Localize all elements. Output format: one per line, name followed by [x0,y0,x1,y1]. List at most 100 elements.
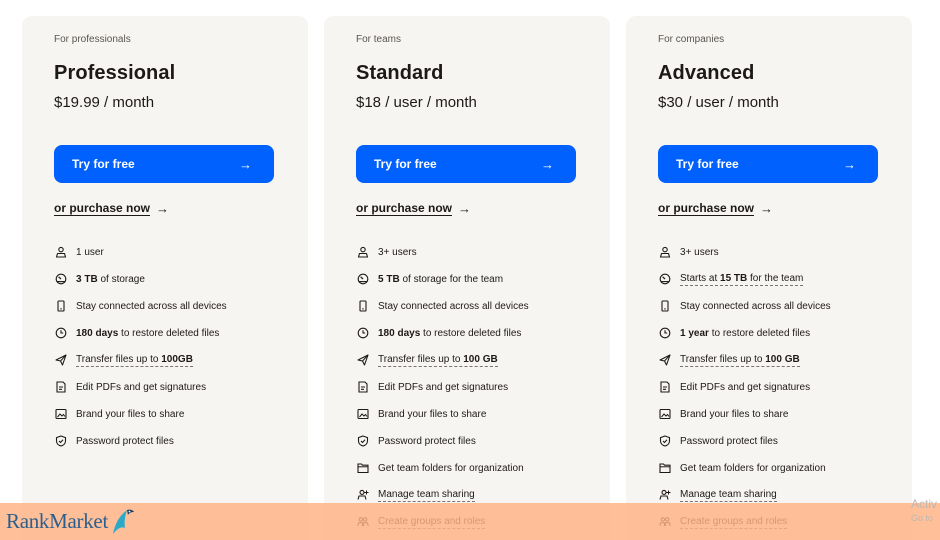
feature-text: 180 days to restore deleted files [378,328,521,339]
feature-text: Password protect files [76,436,174,447]
watermark-banner [0,503,940,540]
feature-text-bold: 180 days [378,327,421,339]
folder-icon [658,461,672,475]
feature-text: Transfer files up to 100 GB [680,354,800,367]
feature-text-bold: 100GB [161,353,193,365]
feature-text-post: to restore deleted files [708,327,811,339]
arrow-right-icon: → [760,200,774,216]
feature-text: Stay connected across all devices [76,301,227,312]
user-icon [54,245,68,259]
try-for-free-label: Try for free [374,157,437,171]
feature-item: 3+ users [658,239,880,266]
feature-text-post: Password protect files [76,435,174,447]
feature-item: Password protect files [658,428,880,455]
feature-text-post: Edit PDFs and get signatures [76,381,207,393]
feature-text-post: Get team folders for organization [378,462,524,474]
feature-text-post: of storage [97,273,145,285]
purchase-now-label: or purchase now [658,200,755,216]
feature-text: 3+ users [378,247,417,258]
arrow-right-icon: → [541,156,554,172]
feature-text-bold: 180 days [76,327,119,339]
plan-price: $18 / user / month [356,94,477,111]
feature-item: Password protect files [54,428,276,455]
feature-text: 3+ users [680,247,719,258]
feature-item: Stay connected across all devices [356,293,578,320]
purchase-now-link[interactable]: or purchase now → [658,200,773,216]
purchase-now-link[interactable]: or purchase now → [356,200,471,216]
feature-text-bold: 100 GB [765,353,800,365]
feature-item[interactable]: Starts at 15 TB for the team [658,266,880,293]
windows-activation-notice: Activ Go to [911,497,937,525]
feature-text-post: Get team folders for organization [680,462,826,474]
feature-text-post: Brand your files to share [680,408,789,420]
feature-text: 180 days to restore deleted files [76,328,219,339]
feature-text-post: of storage for the team [399,273,504,285]
feature-text-pre: Transfer files up to [378,353,464,365]
plan-eyebrow: For professionals [54,34,131,45]
feature-list: 3+ users Starts at 15 TB for the team Stay… [658,239,880,540]
try-for-free-button[interactable]: Try for free → [356,145,576,183]
purchase-now-label: or purchase now [356,200,453,216]
activation-line-1: Activ [911,497,938,511]
feature-text-bold: 5 TB [378,273,400,285]
feature-text: Starts at 15 TB for the team [680,272,804,286]
feature-item: 1 year to restore deleted files [658,320,880,347]
feature-item: Stay connected across all devices [658,293,880,320]
feature-text: Stay connected across all devices [680,301,831,312]
feature-text-pre: Starts at [680,272,721,284]
feature-text-post: 3+ users [680,246,719,258]
feature-text-post: Password protect files [378,435,476,447]
brand-icon [54,407,68,421]
feature-item[interactable]: Transfer files up to 100 GB [356,347,578,374]
device-icon [658,299,672,313]
feature-text: 3 TB of storage [76,274,145,285]
try-for-free-button[interactable]: Try for free → [54,145,274,183]
purchase-now-link[interactable]: or purchase now → [54,200,169,216]
feature-text: Get team folders for organization [680,463,826,474]
feature-item: Get team folders for organization [356,455,578,482]
feature-item: 5 TB of storage for the team [356,266,578,293]
feature-text-post: Edit PDFs and get signatures [378,381,509,393]
feature-item: 1 user [54,239,276,266]
team-share-icon [356,488,370,502]
feature-text: 5 TB of storage for the team [378,274,503,285]
clock-icon [54,326,68,340]
feature-item[interactable]: Transfer files up to 100 GB [658,347,880,374]
feature-text: Password protect files [680,436,778,447]
user-icon [658,245,672,259]
feature-text-post: to restore deleted files [420,327,522,339]
feature-text-post: to restore deleted files [118,327,220,339]
gauge-icon [54,272,68,286]
user-icon [356,245,370,259]
gauge-icon [658,272,672,286]
plan-card-standard: For teams Standard $18 / user / month Try f… [324,16,610,540]
feature-item: Edit PDFs and get signatures [356,374,578,401]
logo-text-market: Market [49,508,108,533]
feature-text: Get team folders for organization [378,463,524,474]
plan-name: Advanced [658,62,755,84]
activation-line-2: Go to [911,513,934,523]
feature-text-post: 1 user [76,246,104,258]
feature-text-post: Edit PDFs and get signatures [680,381,811,393]
logo-text-rank: Rank [6,508,50,533]
gauge-icon [356,272,370,286]
feature-text-bold: 3 TB [76,273,98,285]
feature-text-post: for the team [747,272,804,284]
plan-name: Professional [54,62,176,84]
feature-text-post: Stay connected across all devices [76,300,227,312]
rankmarket-logo: Rank Market [6,505,135,537]
feature-text-post: Manage team sharing [680,488,777,500]
plan-eyebrow: For companies [658,34,725,45]
feature-list: 1 user 3 TB of storage Stay connected acro… [54,239,276,455]
try-for-free-button[interactable]: Try for free → [658,145,878,183]
shield-icon [658,434,672,448]
plan-card-professional: For professionals Professional $19.99 / mo… [22,16,308,540]
feature-text: Brand your files to share [680,409,788,420]
feature-item[interactable]: Transfer files up to 100GB [54,347,276,374]
send-icon [658,353,672,367]
feature-text: Edit PDFs and get signatures [76,382,206,393]
clock-icon [658,326,672,340]
feature-item: Stay connected across all devices [54,293,276,320]
feature-item: Brand your files to share [658,401,880,428]
pricing-plans: For professionals Professional $19.99 / mo… [0,0,940,540]
